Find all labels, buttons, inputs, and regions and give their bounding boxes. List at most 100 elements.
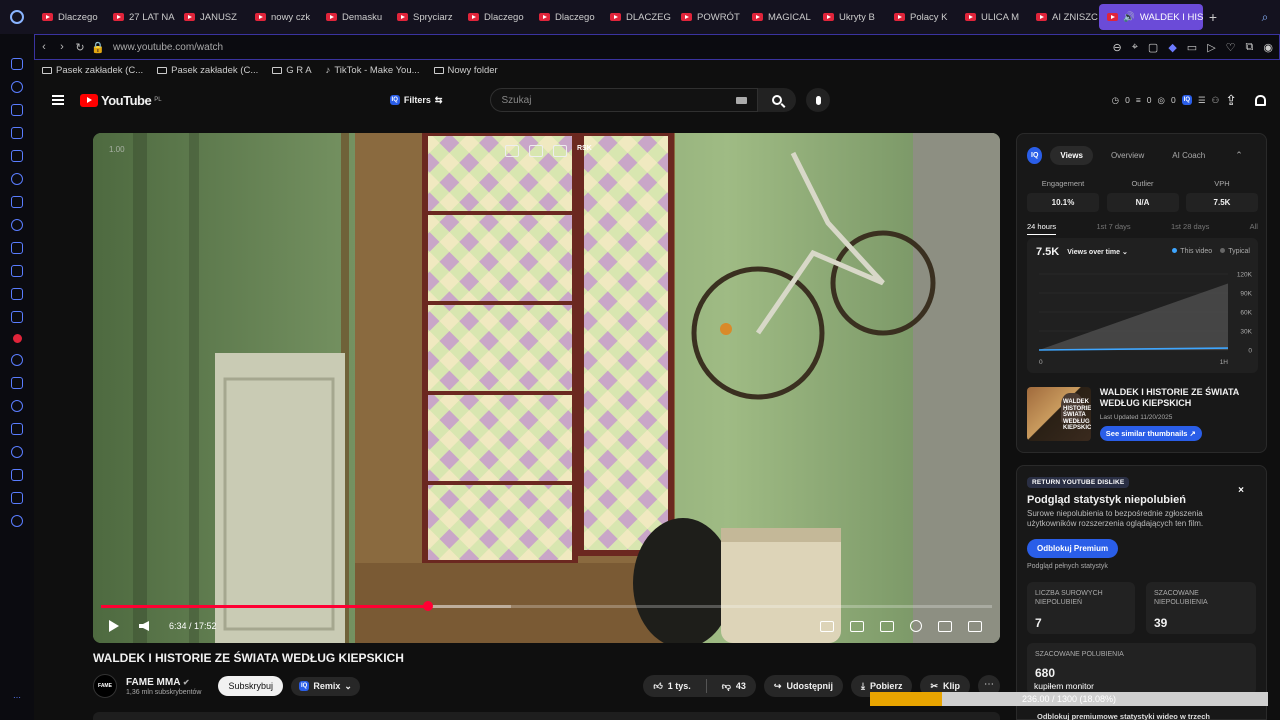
browser-tab[interactable]: Ukryty B (815, 4, 886, 30)
forward-icon[interactable]: › (53, 41, 71, 53)
browser-tab[interactable]: AI ZNISZC (1028, 4, 1099, 30)
url-field[interactable]: www.youtube.com/watch (113, 42, 223, 53)
channel-avatar[interactable]: FAME (93, 674, 117, 698)
search-button[interactable] (758, 88, 797, 112)
profile-icon[interactable]: ⚇ (1212, 95, 1220, 106)
browser-tab[interactable]: DLACZEG (602, 4, 673, 30)
miniplayer-icon[interactable] (938, 620, 952, 632)
extensions-icon[interactable] (11, 492, 23, 504)
range-7d[interactable]: 1st 7 days (1096, 222, 1130, 235)
iq-icon[interactable]: IQ (1181, 95, 1193, 105)
pip-icon[interactable] (505, 145, 519, 157)
channel-name[interactable]: FAME MMA ✔ (126, 677, 201, 688)
similar-thumbnails-button[interactable]: See similar thumbnails ↗ (1099, 425, 1202, 441)
unlock-premium-button[interactable]: Odblokuj Premium (1027, 539, 1119, 558)
zoom-icon[interactable]: ⊖ (1112, 41, 1121, 54)
reload-icon[interactable]: ↻ (71, 41, 89, 54)
settings-icon[interactable] (910, 620, 922, 632)
lock-icon[interactable]: 🔒 (89, 41, 107, 54)
range-all[interactable]: All (1250, 222, 1258, 235)
heart-icon[interactable] (11, 400, 23, 412)
speed-dial-icon[interactable] (11, 58, 23, 70)
snapshot-icon[interactable]: ▢ (1148, 41, 1158, 54)
browser-tab[interactable]: nowy czk (247, 4, 318, 30)
autoplay-toggle-icon[interactable] (850, 620, 864, 632)
browser-tab-active[interactable]: 🔊 WALDEK I HIST (1099, 4, 1203, 30)
tab-search-icon[interactable]: ⌕ (1250, 10, 1280, 25)
bookmark-item[interactable]: ♪ TikTok - Make You... (326, 65, 420, 76)
range-28d[interactable]: 1st 28 days (1171, 222, 1209, 235)
remix-button[interactable]: IQ Remix ⌄ (291, 676, 360, 696)
new-tab-button[interactable]: + (1203, 9, 1223, 25)
iq-player-icon[interactable] (820, 620, 834, 632)
video-player[interactable]: 1.00 RSK 6:34 / 17:52 (93, 133, 1000, 643)
enter-icon[interactable] (529, 145, 543, 157)
back-icon[interactable]: ‹ (35, 41, 53, 53)
send-icon[interactable]: ▷ (1207, 41, 1215, 54)
speaker-icon[interactable]: 🔊 (1123, 12, 1135, 23)
profile-icon[interactable]: ◉ (1263, 41, 1273, 54)
messenger-icon[interactable] (11, 219, 23, 231)
volume-icon[interactable] (139, 621, 149, 631)
browser-tab[interactable]: ULICA M (957, 4, 1028, 30)
music-icon[interactable] (11, 354, 23, 366)
like-button[interactable]: 👍︎ 1 tys. (643, 675, 700, 697)
ai-icon[interactable] (11, 127, 23, 139)
browser-tab[interactable]: MAGICAL (744, 4, 815, 30)
instagram-icon[interactable] (11, 265, 23, 277)
chevron-up-icon[interactable]: ⌃ (1235, 150, 1243, 161)
x-icon[interactable] (11, 288, 23, 300)
menu-icon[interactable] (52, 93, 64, 107)
opera-logo-icon[interactable] (0, 0, 34, 34)
browser-tab[interactable]: POWRÓT (673, 4, 744, 30)
shield-icon[interactable]: ◆ (1168, 41, 1176, 54)
voice-search-button[interactable] (806, 88, 831, 112)
history-icon[interactable] (11, 446, 23, 458)
rsk-button[interactable]: RSK (577, 145, 592, 157)
settings-icon[interactable] (11, 515, 23, 527)
twitch-icon[interactable] (11, 196, 23, 208)
close-icon[interactable]: × (1238, 485, 1244, 496)
browser-tab[interactable]: JANUSZ (176, 4, 247, 30)
preview-stats-link[interactable]: Podgląd pełnych statystyk (1027, 563, 1108, 570)
filters-button[interactable]: IQ Filters ⇆ (389, 95, 442, 106)
tabs-icon[interactable] (11, 423, 23, 435)
browser-tab[interactable]: Dlaczego (460, 4, 531, 30)
bookmark-item[interactable]: G R A (272, 65, 312, 76)
skip-icon[interactable] (553, 145, 567, 157)
apps-icon[interactable] (11, 173, 23, 185)
extensions-icon[interactable]: ⧉ (1246, 41, 1254, 54)
send-icon[interactable] (11, 377, 23, 389)
bookmark-item[interactable]: Pasek zakładek (C... (42, 65, 143, 76)
range-24h[interactable]: 24 hours (1027, 222, 1057, 235)
search-input[interactable]: Szukaj (490, 88, 759, 112)
more-icon[interactable]: ⋯ (13, 693, 21, 702)
toolbox-icon[interactable] (11, 104, 23, 116)
queue-icon[interactable]: ☰ (1198, 95, 1206, 106)
upload-icon[interactable]: ⇪ (1225, 92, 1237, 109)
discord-icon[interactable] (11, 311, 23, 323)
telegram-icon[interactable] (11, 242, 23, 254)
fullscreen-icon[interactable] (968, 620, 982, 632)
video-progress-bar[interactable] (101, 601, 992, 611)
browser-tab[interactable]: 27 LAT NA (105, 4, 176, 30)
pin-icon[interactable]: ⌖ (1132, 41, 1138, 54)
browser-tab[interactable]: Dlaczego (531, 4, 602, 30)
youtube-logo[interactable]: YouTube PL (80, 93, 162, 108)
tab-views[interactable]: Views (1050, 146, 1093, 165)
extension-red-icon[interactable] (12, 334, 22, 343)
wallet-icon[interactable]: ▭ (1187, 41, 1197, 54)
scrubber-handle[interactable] (422, 601, 433, 611)
dislike-button[interactable]: 👎︎ 43 (712, 675, 756, 697)
tab-overview[interactable]: Overview (1101, 146, 1154, 165)
player-icon[interactable] (11, 150, 23, 162)
tab-ai-coach[interactable]: AI Coach (1162, 146, 1215, 165)
bookmark-item[interactable]: Nowy folder (433, 65, 498, 76)
notifications-icon[interactable] (1255, 94, 1266, 106)
play-icon[interactable] (109, 620, 119, 632)
share-button[interactable]: ↪ Udostępnij (763, 675, 843, 697)
keyboard-icon[interactable] (736, 97, 748, 104)
browser-tab[interactable]: Spryciarz (389, 4, 460, 30)
subscribe-button[interactable]: Subskrybuj (218, 676, 284, 696)
browser-tab[interactable]: Demasku (318, 4, 389, 30)
